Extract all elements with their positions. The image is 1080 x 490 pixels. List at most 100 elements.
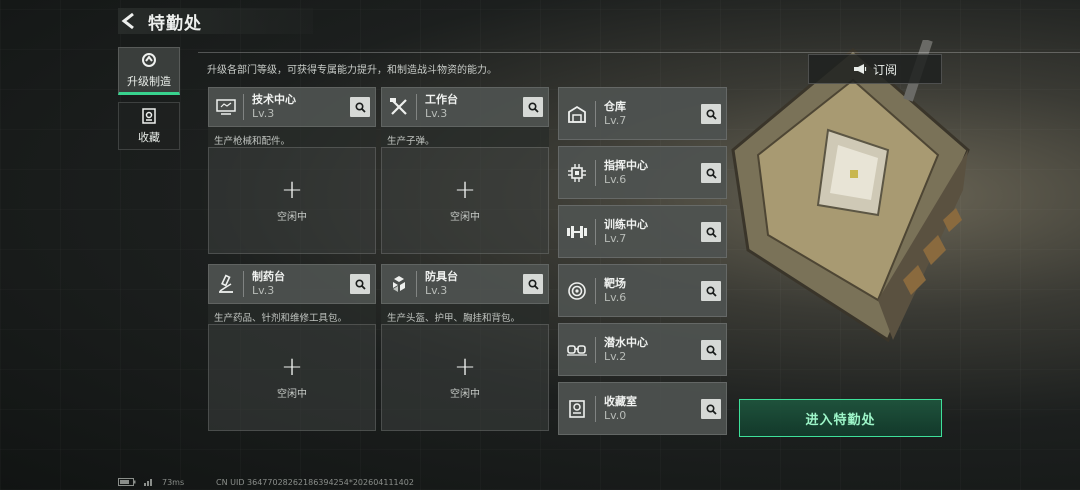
tab-collection[interactable]: 收藏 [118, 102, 180, 150]
header-divider [198, 52, 1080, 53]
side-facility-warehouse[interactable]: 仓库 Lv.7 [558, 87, 727, 140]
facility-name: 指挥中心 [604, 158, 648, 172]
facility-header[interactable]: 工作台 Lv.3 [381, 87, 549, 127]
warehouse-icon [559, 88, 595, 140]
back-arrow-icon[interactable] [118, 10, 140, 32]
facility-description: 生产子弹。 [381, 127, 549, 147]
plus-icon: + [281, 175, 303, 205]
microscope-icon [209, 265, 243, 303]
facility-name: 潜水中心 [604, 335, 648, 349]
signal-icon [144, 479, 152, 486]
upgrade-gear-icon [142, 53, 156, 67]
separator [243, 94, 244, 120]
facility-description: 生产枪械和配件。 [208, 127, 376, 147]
dumbbell-icon [559, 206, 595, 258]
facility-name: 防具台 [425, 270, 458, 283]
slot-status: 空闲中 [277, 212, 307, 223]
enter-label: 进入特勤处 [805, 412, 876, 428]
separator [595, 395, 596, 422]
slot-status: 空闲中 [450, 389, 480, 400]
search-icon [354, 101, 366, 113]
facility-level: Lv.3 [425, 284, 448, 297]
facility-name: 收藏室 [604, 394, 637, 408]
facility-description: 生产药品、针剂和维修工具包。 [208, 304, 376, 324]
search-button[interactable] [701, 340, 721, 360]
cube-artwork [731, 40, 970, 343]
subscribe-label: 订阅 [872, 62, 897, 77]
vault-icon [559, 383, 595, 435]
facility-level: Lv.7 [604, 231, 627, 245]
side-facility-shooting-range[interactable]: 靶场 Lv.6 [558, 264, 727, 317]
separator [595, 159, 596, 186]
search-icon [527, 101, 539, 113]
search-button[interactable] [350, 97, 370, 117]
search-button[interactable] [701, 104, 721, 124]
side-facility-command-center[interactable]: 指挥中心 Lv.6 [558, 146, 727, 199]
separator [595, 277, 596, 304]
facility-level: Lv.3 [252, 284, 275, 297]
facility-level: Lv.2 [604, 349, 627, 363]
search-button[interactable] [523, 97, 543, 117]
facility-name: 靶场 [604, 276, 626, 290]
search-button[interactable] [701, 222, 721, 242]
separator [416, 271, 417, 297]
facility-level: Lv.6 [604, 290, 627, 304]
facility-level: Lv.3 [252, 107, 275, 120]
megaphone-icon [853, 64, 867, 74]
facility-name: 工作台 [425, 93, 458, 106]
side-facility-training-center[interactable]: 训练中心 Lv.7 [558, 205, 727, 258]
tools-icon [382, 88, 416, 126]
subscribe-button[interactable]: 订阅 [808, 54, 942, 84]
armor-icon [382, 265, 416, 303]
search-button[interactable] [701, 163, 721, 183]
production-slot[interactable]: + 空闲中 [381, 147, 549, 254]
search-button[interactable] [701, 399, 721, 419]
tab-label: 升级制造 [127, 75, 171, 88]
search-icon [527, 278, 539, 290]
search-icon [705, 108, 717, 120]
separator [595, 100, 596, 127]
production-slot[interactable]: + 空闲中 [208, 324, 376, 431]
separator [595, 218, 596, 245]
facility-header[interactable]: 制药台 Lv.3 [208, 264, 376, 304]
side-facility-collection-room[interactable]: 收藏室 Lv.0 [558, 382, 727, 435]
chip-icon [559, 147, 595, 199]
search-button[interactable] [701, 281, 721, 301]
status-footer: 73ms [118, 478, 184, 487]
search-icon [705, 285, 717, 297]
header-bar: 特勤处 [118, 8, 313, 34]
facility-header[interactable]: 技术中心 Lv.3 [208, 87, 376, 127]
facility-card-tech-center: 技术中心 Lv.3 生产枪械和配件。 + 空闲中 [208, 87, 376, 254]
separator [243, 271, 244, 297]
facility-card-pharmacy: 制药台 Lv.3 生产药品、针剂和维修工具包。 + 空闲中 [208, 264, 376, 431]
search-icon [354, 278, 366, 290]
facility-description: 生产头盔、护甲、胸挂和背包。 [381, 304, 549, 324]
search-icon [705, 226, 717, 238]
separator [595, 336, 596, 363]
facility-header[interactable]: 防具台 Lv.3 [381, 264, 549, 304]
slot-status: 空闲中 [450, 212, 480, 223]
production-slot[interactable]: + 空闲中 [208, 147, 376, 254]
tab-upgrade-craft[interactable]: 升级制造 [118, 47, 180, 95]
facility-name: 仓库 [604, 99, 626, 113]
facility-level: Lv.7 [604, 113, 627, 127]
separator [416, 94, 417, 120]
enter-special-ops-button[interactable]: 进入特勤处 [739, 399, 942, 437]
search-button[interactable] [523, 274, 543, 294]
tab-label: 收藏 [138, 131, 160, 144]
facility-name: 训练中心 [604, 217, 648, 231]
plus-icon: + [454, 352, 476, 382]
facility-name: 制药台 [252, 270, 285, 283]
target-icon [559, 265, 595, 317]
search-icon [705, 403, 717, 415]
facility-card-workbench: 工作台 Lv.3 生产子弹。 + 空闲中 [381, 87, 549, 254]
facility-level: Lv.3 [425, 107, 448, 120]
computer-icon [209, 88, 243, 126]
plus-icon: + [281, 352, 303, 382]
plus-icon: + [454, 175, 476, 205]
battery-icon [118, 478, 136, 486]
search-icon [705, 167, 717, 179]
production-slot[interactable]: + 空闲中 [381, 324, 549, 431]
side-facility-diving-center[interactable]: 潜水中心 Lv.2 [558, 323, 727, 376]
search-button[interactable] [350, 274, 370, 294]
